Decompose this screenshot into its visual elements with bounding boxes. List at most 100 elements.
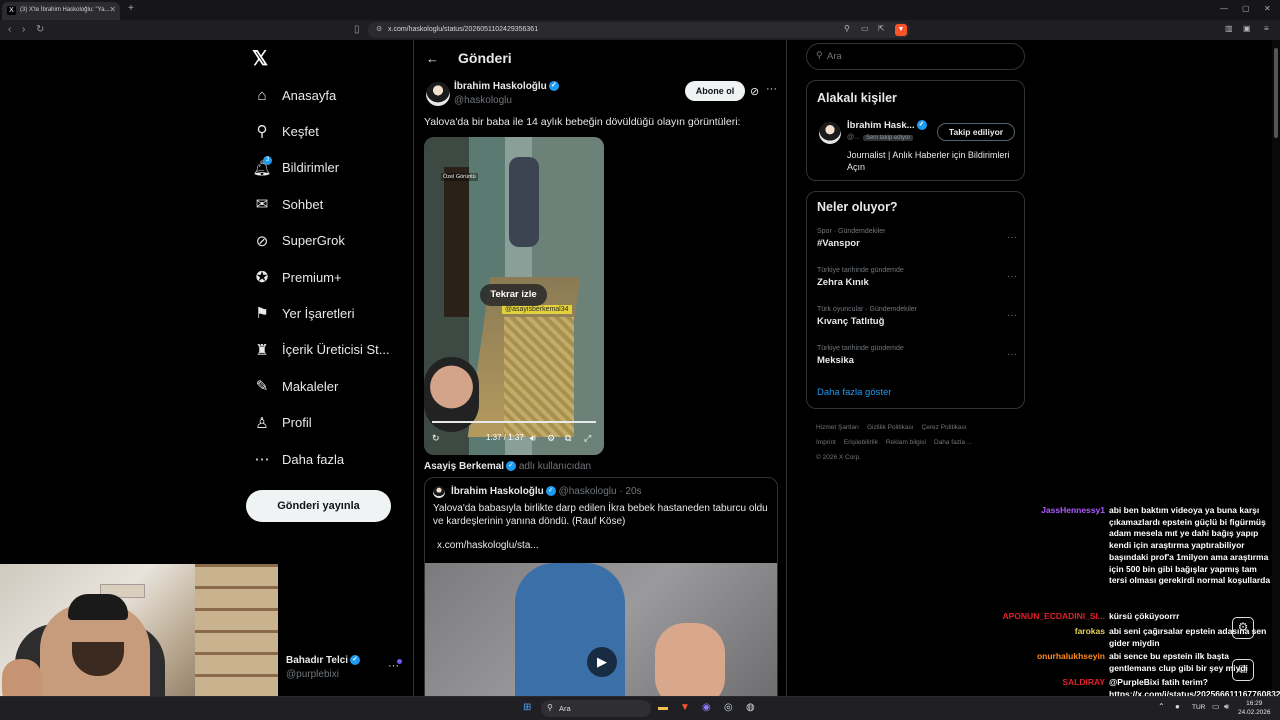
close-tab-icon[interactable]: ✕ — [109, 5, 116, 14]
back-arrow-icon[interactable]: ← — [426, 51, 446, 66]
chat-popout-icon[interactable]: ⧉ — [1232, 659, 1254, 681]
footer-link[interactable]: Hizmet Şartları — [816, 424, 859, 431]
trend-item[interactable]: Türkiye tarihinde gündemde Zehra Kınık ··· — [817, 267, 1017, 288]
chat-username[interactable]: APONUN_ECDADINI_SI... — [1003, 611, 1106, 623]
author-avatar[interactable] — [426, 82, 450, 106]
trend-more-icon[interactable]: ··· — [1007, 310, 1017, 321]
person-name[interactable]: İbrahim Hask... ✓ — [847, 120, 927, 131]
trend-context: Türk oyuncular · Gündemdekiler — [817, 306, 917, 313]
bookmark-page-icon[interactable]: ▯ — [354, 24, 360, 35]
footer-link[interactable]: Erişilebilirlik — [844, 439, 878, 446]
maximize-icon[interactable]: ▢ — [1242, 4, 1250, 13]
wallet-icon[interactable]: ▣ — [1243, 24, 1251, 33]
cast-icon[interactable]: ▭ — [861, 24, 869, 33]
chat-username[interactable]: JassHennessy1 — [1041, 505, 1105, 517]
more-options-icon[interactable]: ··· — [766, 83, 777, 95]
footer-link[interactable]: Daha fazla ... — [934, 439, 972, 446]
steam-icon[interactable]: ◎ — [724, 702, 733, 713]
bookmark-icon: ⚑ — [255, 305, 269, 323]
tab-title: (3) X'te İbrahim Haskoloğlu: "Ya... — [20, 7, 110, 13]
creator-icon: ♜ — [255, 341, 269, 359]
chat-username[interactable]: SALDIRAY — [1062, 677, 1105, 689]
discord-icon[interactable]: ◉ — [702, 702, 711, 713]
replay-button[interactable]: Tekrar izle — [480, 284, 547, 306]
nav-item-more-circle[interactable]: ⋯ Daha fazla — [252, 445, 345, 473]
subscribe-button[interactable]: Abone ol — [685, 81, 745, 101]
nav-item-home[interactable]: ⌂ Anasayfa — [252, 81, 336, 109]
chat-settings-icon[interactable]: ⚙ — [1232, 617, 1254, 639]
nav-item-mail[interactable]: ✉ Sohbet — [252, 190, 324, 218]
volume-icon[interactable]: 🔊︎ — [1224, 702, 1229, 712]
scrollbar-thumb[interactable] — [1274, 48, 1278, 138]
network-icon[interactable]: ▭ — [1212, 702, 1220, 711]
nav-item-premium[interactable]: ✪ Premium+ — [252, 263, 342, 291]
footer-link[interactable]: Çerez Politikası — [922, 424, 967, 431]
file-explorer-icon[interactable]: ▬ — [658, 702, 668, 713]
brave-browser-icon[interactable]: ▼ — [680, 702, 690, 713]
new-tab-icon[interactable]: + — [128, 3, 134, 14]
play-icon[interactable]: ▶ — [587, 647, 617, 677]
nav-item-profile[interactable]: ♙ Profil — [252, 409, 311, 437]
brave-shield-icon[interactable]: ▼ — [895, 24, 907, 36]
nav-item-article[interactable]: ✎ Makaleler — [252, 372, 339, 400]
person-avatar[interactable] — [819, 122, 841, 144]
scrollbar[interactable] — [1272, 40, 1280, 696]
trend-item[interactable]: Türk oyuncular · Gündemdekiler Kıvanç Tat… — [817, 306, 1017, 327]
x-logo-icon[interactable]: 𝕏 — [252, 46, 268, 71]
trend-more-icon[interactable]: ··· — [1007, 349, 1017, 360]
menu-icon[interactable]: ≡ — [1264, 24, 1269, 33]
taskbar-clock[interactable]: 16:29 24.02.2026 — [1238, 699, 1271, 717]
minimize-icon[interactable]: — — [1220, 4, 1228, 13]
fullscreen-icon[interactable]: ⤢ — [584, 433, 591, 444]
grok-icon[interactable]: ⊘ — [750, 85, 759, 98]
quote-video[interactable]: ▶ — [425, 563, 777, 706]
video-player[interactable]: Özel Görüntü @asayisberkemal34 Tekrar iz… — [424, 137, 604, 455]
footer-link[interactable]: Gizlilik Politikası — [867, 424, 914, 431]
browser-tab[interactable]: X (3) X'te İbrahim Haskoloğlu: "Ya... ✕ — [2, 2, 120, 20]
tray-expand-icon[interactable]: ⌃ — [1158, 702, 1165, 711]
back-arrow-icon[interactable]: ‹ — [8, 24, 11, 35]
trend-more-icon[interactable]: ··· — [1007, 271, 1017, 282]
taskbar-search[interactable]: ⚲ Ara — [541, 700, 651, 717]
zoom-icon[interactable]: ⚲ — [844, 24, 850, 33]
obs-icon[interactable]: ◍ — [746, 702, 755, 713]
tray-app-icon[interactable]: ● — [1175, 702, 1180, 711]
close-window-icon[interactable]: ✕ — [1264, 4, 1271, 13]
video-progress-bar[interactable] — [432, 421, 596, 423]
chat-username[interactable]: farokas — [1075, 626, 1105, 638]
nav-item-creator[interactable]: ♜ İçerik Üreticisi St... — [252, 336, 389, 364]
nav-item-search[interactable]: ⚲ Keşfet — [252, 117, 319, 145]
share-icon[interactable]: ⇱ — [878, 24, 885, 33]
reload-icon[interactable]: ↻ — [36, 24, 44, 35]
nav-item-bookmark[interactable]: ⚑ Yer İşaretleri — [252, 299, 354, 327]
following-button[interactable]: Takip ediliyor — [937, 123, 1015, 141]
site-info-icon[interactable]: ⚙ — [376, 25, 382, 33]
nav-item-grok[interactable]: ⊘ SuperGrok — [252, 227, 345, 255]
windows-start-icon[interactable]: ⊞ — [523, 702, 531, 713]
trend-item[interactable]: Türkiye tarihinde gündemde Meksika ··· — [817, 345, 1017, 366]
source-name[interactable]: Asayiş Berkemal — [424, 461, 504, 472]
verified-icon: ✓ — [548, 81, 559, 92]
post-button[interactable]: Gönderi yayınla — [246, 490, 391, 522]
pip-icon[interactable]: ⧉ — [565, 433, 571, 444]
footer-link[interactable]: Reklam bilgisi — [886, 439, 926, 446]
sidebar-toggle-icon[interactable]: ▥ — [1225, 24, 1233, 33]
replay-icon[interactable]: ↻ — [432, 433, 440, 444]
volume-icon[interactable]: 🔊︎ — [530, 433, 536, 444]
trend-more-icon[interactable]: ··· — [1007, 232, 1017, 243]
quote-author-name: İbrahim Haskoloğlu — [451, 486, 544, 497]
forward-arrow-icon[interactable]: › — [22, 24, 25, 35]
chat-username[interactable]: onurhalukhseyin — [1037, 651, 1105, 663]
footer-link[interactable]: Imprint — [816, 439, 836, 446]
post-author[interactable]: İbrahim Haskoloğlu ✓ @haskologlu — [454, 81, 559, 106]
panel-title: Alakalı kişiler — [817, 91, 897, 105]
show-more-link[interactable]: Daha fazla göster — [817, 387, 891, 398]
quote-link[interactable]: x.com/haskologlu/sta... — [437, 540, 539, 551]
address-bar[interactable]: ⚙ x.com/haskologlu/status/20260511024293… — [368, 22, 910, 38]
search-input[interactable]: ⚲ Ara — [806, 43, 1025, 70]
account-switcher[interactable]: Bahadır Telci ✓ @purplebixi — [286, 655, 361, 680]
quoted-post[interactable]: İbrahim Haskoloğlu ✓ @haskologlu · 20s Ya… — [424, 477, 778, 707]
input-language[interactable]: TUR — [1192, 704, 1205, 711]
settings-icon[interactable]: ⚙ — [547, 433, 555, 444]
trend-item[interactable]: Spor · Gündemdekiler #Vanspor ··· — [817, 228, 1017, 249]
